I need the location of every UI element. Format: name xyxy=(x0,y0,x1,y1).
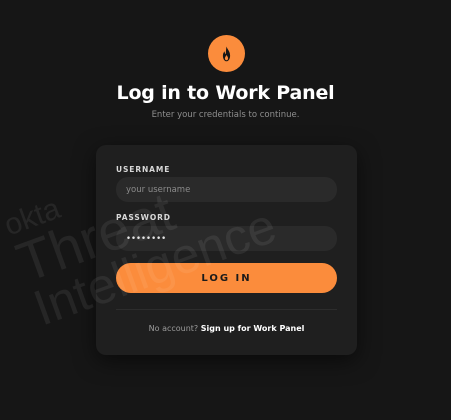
signup-link[interactable]: Sign up for Work Panel xyxy=(201,324,305,333)
divider xyxy=(116,309,337,310)
login-button[interactable]: LOG IN xyxy=(116,263,337,293)
login-card: USERNAME PASSWORD LOG IN No account? Sig… xyxy=(96,145,357,355)
signup-prompt-text: No account? xyxy=(148,324,201,333)
flame-icon xyxy=(222,46,231,61)
login-page: Log in to Work Panel Enter your credenti… xyxy=(0,0,451,420)
username-label: USERNAME xyxy=(116,165,171,174)
password-label: PASSWORD xyxy=(116,213,171,222)
username-input[interactable] xyxy=(116,177,337,202)
signup-prompt: No account? Sign up for Work Panel xyxy=(96,324,357,333)
page-subtitle: Enter your credentials to continue. xyxy=(151,110,300,120)
password-input[interactable] xyxy=(116,226,337,251)
page-title: Log in to Work Panel xyxy=(116,82,335,104)
logo xyxy=(208,35,245,72)
